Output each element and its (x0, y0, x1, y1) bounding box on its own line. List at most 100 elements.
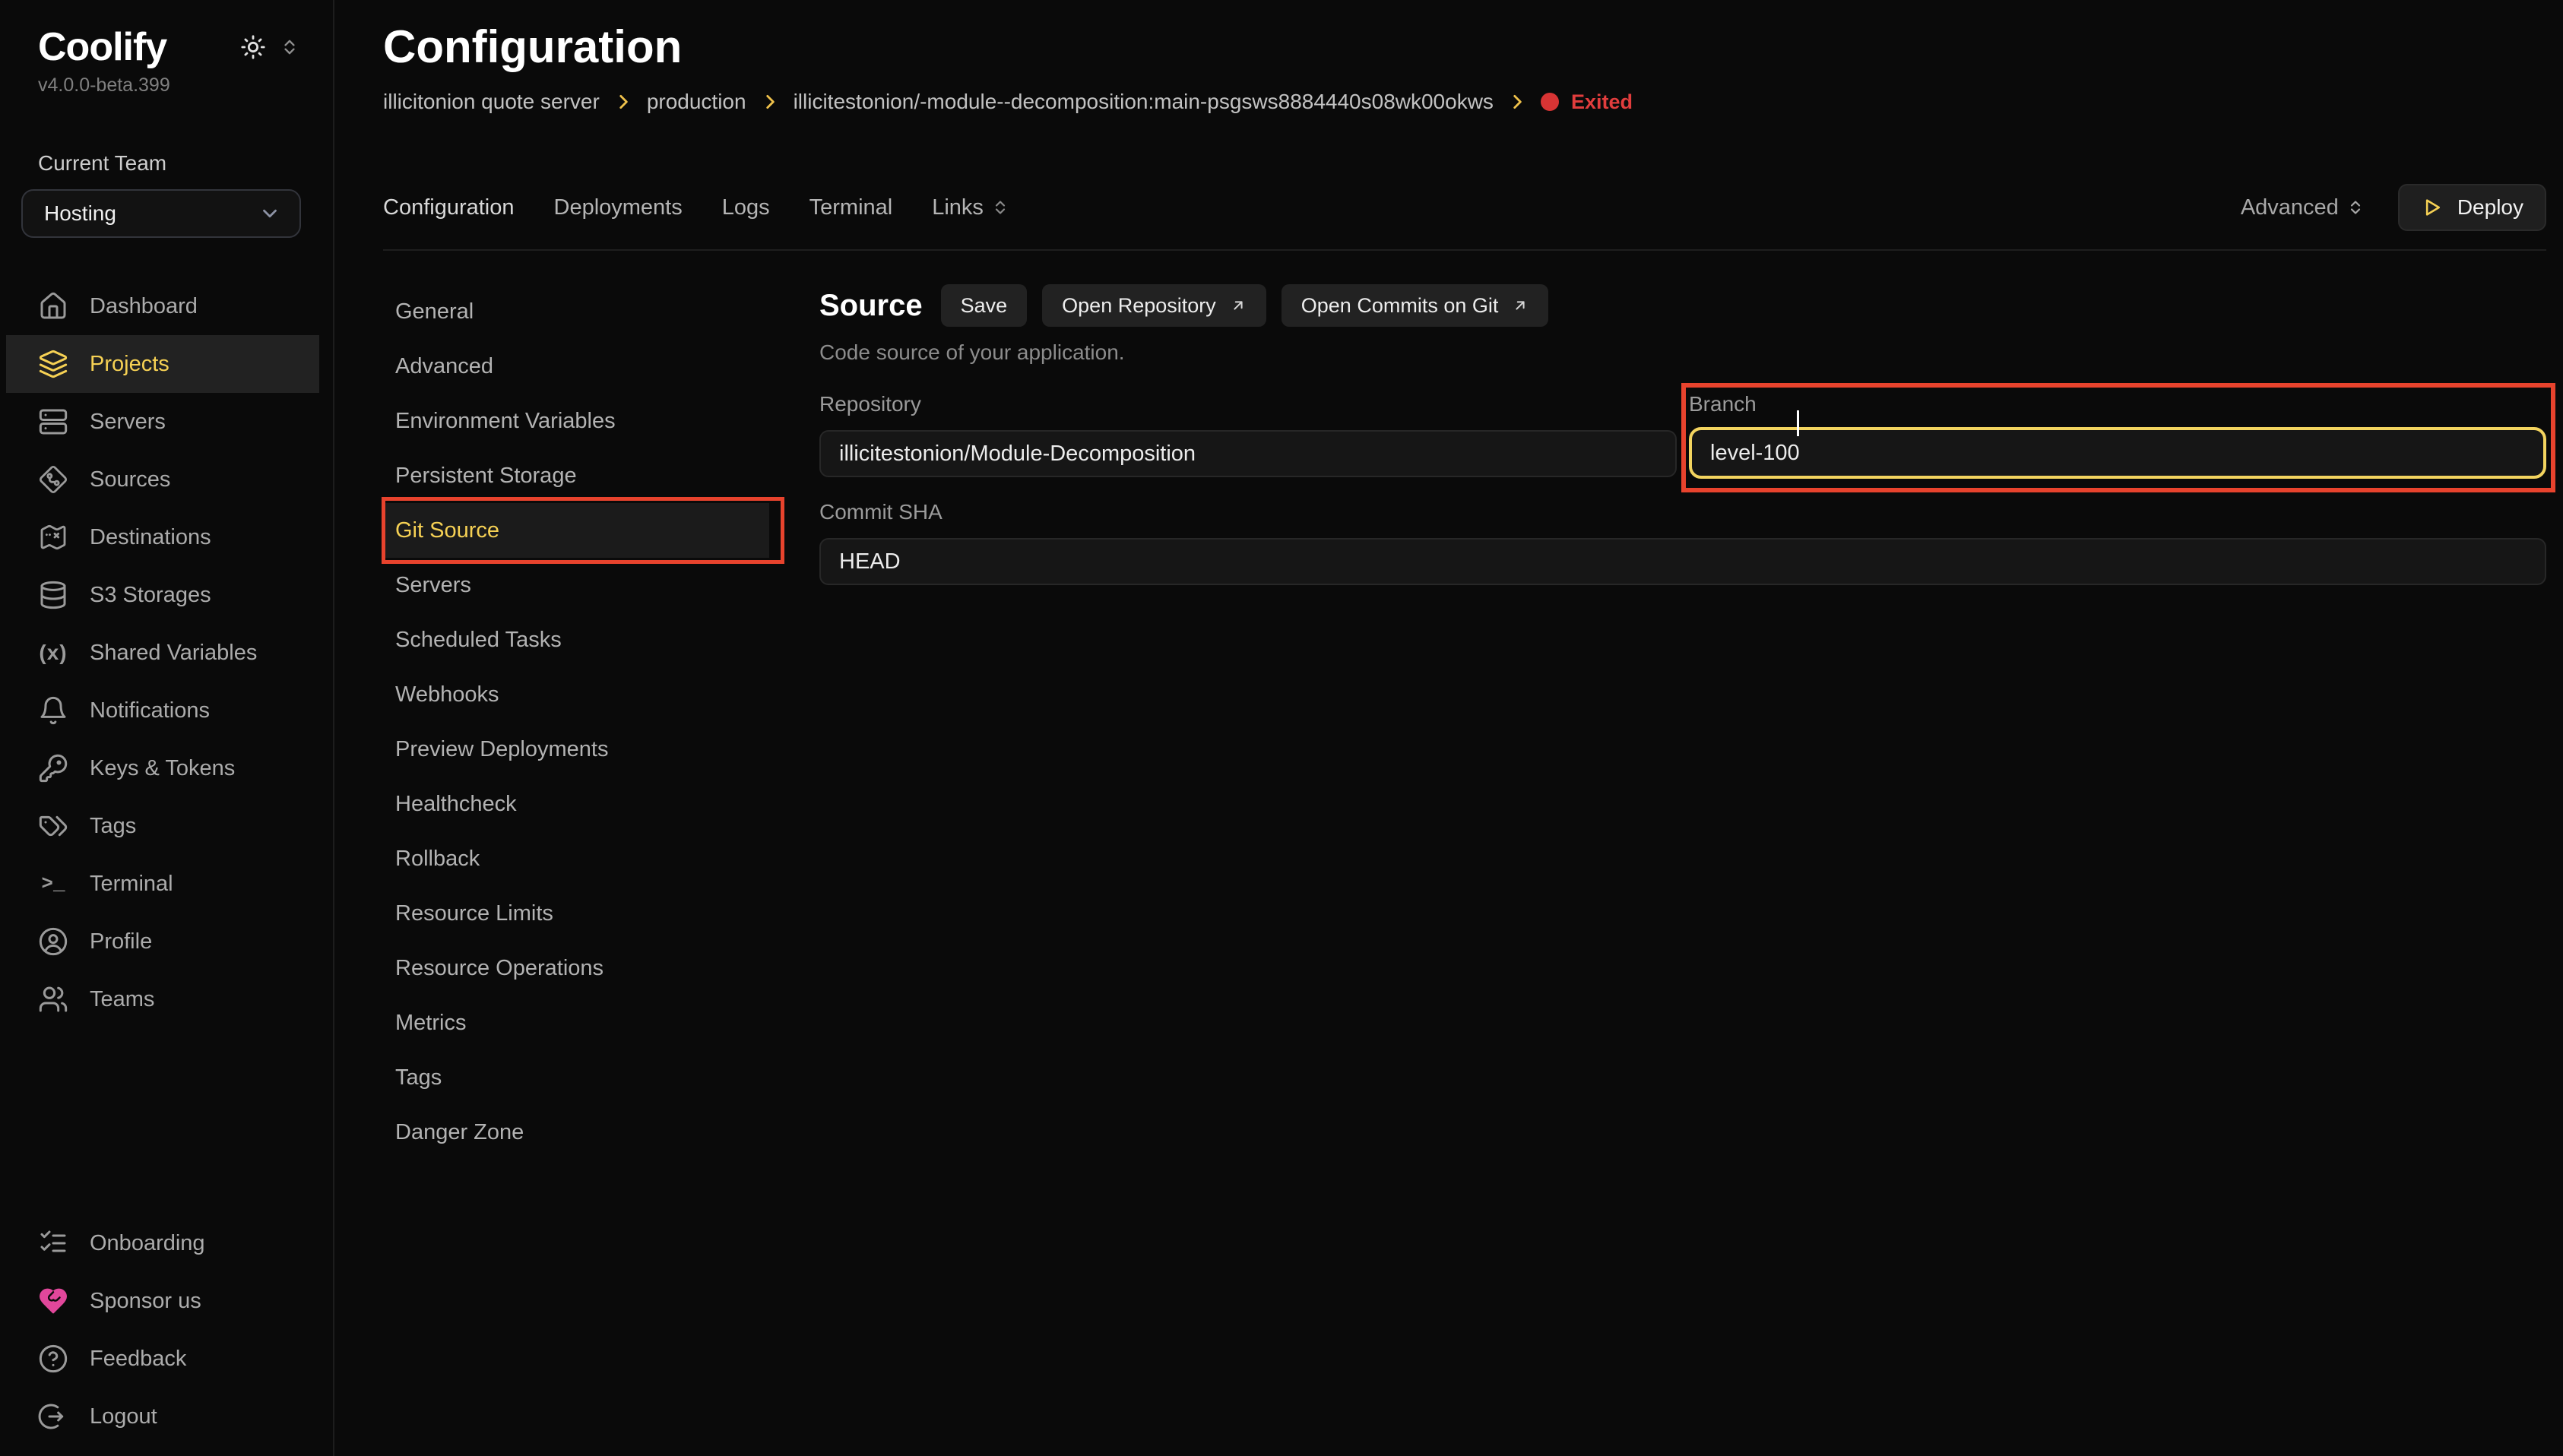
breadcrumb-environment[interactable]: production (647, 90, 746, 114)
git-source-panel: Source Save Open Repository Open Commits… (819, 284, 2546, 1456)
chevron-right-icon (1507, 92, 1527, 112)
subnav-item-git-source[interactable]: Git Source (383, 503, 769, 558)
sidebar-item-s3-storages[interactable]: S3 Storages (0, 566, 333, 624)
commit-sha-input[interactable] (819, 538, 2546, 585)
chevron-down-icon (258, 202, 281, 225)
branch-label: Branch (1689, 389, 2546, 419)
branch-field: Branch (1689, 389, 2546, 479)
tabs: Configuration Deployments Logs Terminal … (383, 195, 1009, 220)
subnav-item-preview-deployments[interactable]: Preview Deployments (383, 722, 769, 777)
chevrons-up-down-icon (991, 198, 1009, 217)
tabs-row: Configuration Deployments Logs Terminal … (383, 184, 2546, 231)
sidebar-item-teams[interactable]: Teams (0, 970, 333, 1028)
sidebar-item-dashboard[interactable]: Dashboard (0, 277, 333, 335)
sidebar-item-destinations[interactable]: Destinations (0, 508, 333, 566)
help-circle-icon (38, 1344, 68, 1374)
status-badge: Exited (1541, 90, 1633, 114)
sidebar-item-profile[interactable]: Profile (0, 913, 333, 970)
subnav-item-resource-limits[interactable]: Resource Limits (383, 886, 769, 941)
branch-input[interactable] (1689, 427, 2546, 479)
subnav-item-resource-operations[interactable]: Resource Operations (383, 941, 769, 995)
tab-logs[interactable]: Logs (722, 195, 770, 220)
current-team-label: Current Team (0, 151, 333, 176)
source-heading: Source (819, 289, 923, 323)
subnav-item-persistent-storage[interactable]: Persistent Storage (383, 448, 769, 503)
sidebar-item-keys-tokens[interactable]: Keys & Tokens (0, 739, 333, 797)
sidebar-item-projects[interactable]: Projects (6, 335, 319, 393)
repository-input[interactable] (819, 430, 1677, 477)
save-button[interactable]: Save (941, 284, 1028, 327)
sun-icon[interactable] (240, 34, 266, 60)
breadcrumb: illicitonion quote server production ill… (383, 90, 2546, 114)
tab-terminal[interactable]: Terminal (809, 195, 893, 220)
source-description: Code source of your application. (819, 340, 2546, 365)
sidebar-item-terminal[interactable]: >_ Terminal (0, 855, 333, 913)
sidebar-item-shared-variables[interactable]: (x) Shared Variables (0, 624, 333, 682)
bell-icon (38, 695, 68, 726)
subnav-item-webhooks[interactable]: Webhooks (383, 667, 769, 722)
sidebar-item-tags[interactable]: Tags (0, 797, 333, 855)
commit-sha-label: Commit SHA (819, 497, 2546, 527)
subnav-item-general[interactable]: General (383, 284, 769, 339)
arrow-up-right-icon (1230, 297, 1247, 314)
repository-label: Repository (819, 389, 1677, 419)
git-source-icon (38, 464, 68, 495)
sidebar-item-logout[interactable]: Logout (0, 1388, 333, 1445)
sidebar-item-sources[interactable]: Sources (0, 451, 333, 508)
map-icon (38, 522, 68, 552)
subnav-item-metrics[interactable]: Metrics (383, 995, 769, 1050)
key-icon (38, 753, 68, 783)
chevron-right-icon (760, 92, 780, 112)
chevrons-up-down-icon (2346, 198, 2365, 217)
open-commits-button[interactable]: Open Commits on Git (1282, 284, 1549, 327)
app-version: v4.0.0-beta.399 (0, 74, 333, 97)
team-select[interactable]: Hosting (21, 189, 301, 238)
terminal-icon: >_ (38, 869, 68, 899)
open-repository-button[interactable]: Open Repository (1042, 284, 1266, 327)
subnav-item-servers[interactable]: Servers (383, 558, 769, 612)
sidebar-nav: Dashboard Projects Servers Sources Desti… (0, 277, 333, 1028)
sidebar-item-notifications[interactable]: Notifications (0, 682, 333, 739)
breadcrumb-project[interactable]: illicitonion quote server (383, 90, 600, 114)
sidebar-item-servers[interactable]: Servers (0, 393, 333, 451)
sidebar: Coolify v4.0.0-beta.399 Current Team Hos… (0, 0, 334, 1456)
subnav-item-advanced[interactable]: Advanced (383, 339, 769, 394)
arrow-up-right-icon (1512, 297, 1529, 314)
subnav-item-environment-variables[interactable]: Environment Variables (383, 394, 769, 448)
tab-deployments[interactable]: Deployments (554, 195, 683, 220)
subnav-item-tags[interactable]: Tags (383, 1050, 769, 1105)
repository-field: Repository (819, 389, 1677, 479)
subnav-item-danger-zone[interactable]: Danger Zone (383, 1105, 769, 1160)
heart-handshake-icon (38, 1286, 68, 1316)
variables-icon: (x) (38, 638, 68, 668)
subnav-item-scheduled-tasks[interactable]: Scheduled Tasks (383, 612, 769, 667)
coolify-logo: Coolify (38, 24, 166, 70)
subnav-item-healthcheck[interactable]: Healthcheck (383, 777, 769, 831)
play-icon (2421, 196, 2444, 219)
list-checks-icon (38, 1228, 68, 1258)
user-circle-icon (38, 926, 68, 957)
sidebar-item-onboarding[interactable]: Onboarding (0, 1214, 333, 1272)
home-icon (38, 291, 68, 321)
sidebar-item-sponsor-us[interactable]: Sponsor us (0, 1272, 333, 1330)
layers-icon (38, 349, 68, 379)
logout-icon (38, 1401, 68, 1432)
main-content: Configuration illicitonion quote server … (334, 0, 2563, 1456)
tab-configuration[interactable]: Configuration (383, 195, 515, 220)
advanced-dropdown[interactable]: Advanced (2241, 195, 2365, 220)
tab-links[interactable]: Links (932, 195, 1009, 220)
coolify-app: Coolify v4.0.0-beta.399 Current Team Hos… (0, 0, 2563, 1456)
chevron-right-icon (613, 92, 633, 112)
status-label: Exited (1571, 90, 1633, 114)
divider (383, 249, 2546, 251)
commit-sha-field: Commit SHA (819, 497, 2546, 585)
chevrons-up-down-icon[interactable] (280, 37, 299, 57)
team-select-value: Hosting (44, 201, 116, 226)
page-title: Configuration (383, 21, 2546, 73)
text-caret (1797, 410, 1799, 436)
deploy-button[interactable]: Deploy (2398, 184, 2546, 231)
subnav-item-rollback[interactable]: Rollback (383, 831, 769, 886)
users-icon (38, 984, 68, 1014)
breadcrumb-application[interactable]: illicitestonion/-module--decomposition:m… (794, 90, 1494, 114)
sidebar-item-feedback[interactable]: Feedback (0, 1330, 333, 1388)
